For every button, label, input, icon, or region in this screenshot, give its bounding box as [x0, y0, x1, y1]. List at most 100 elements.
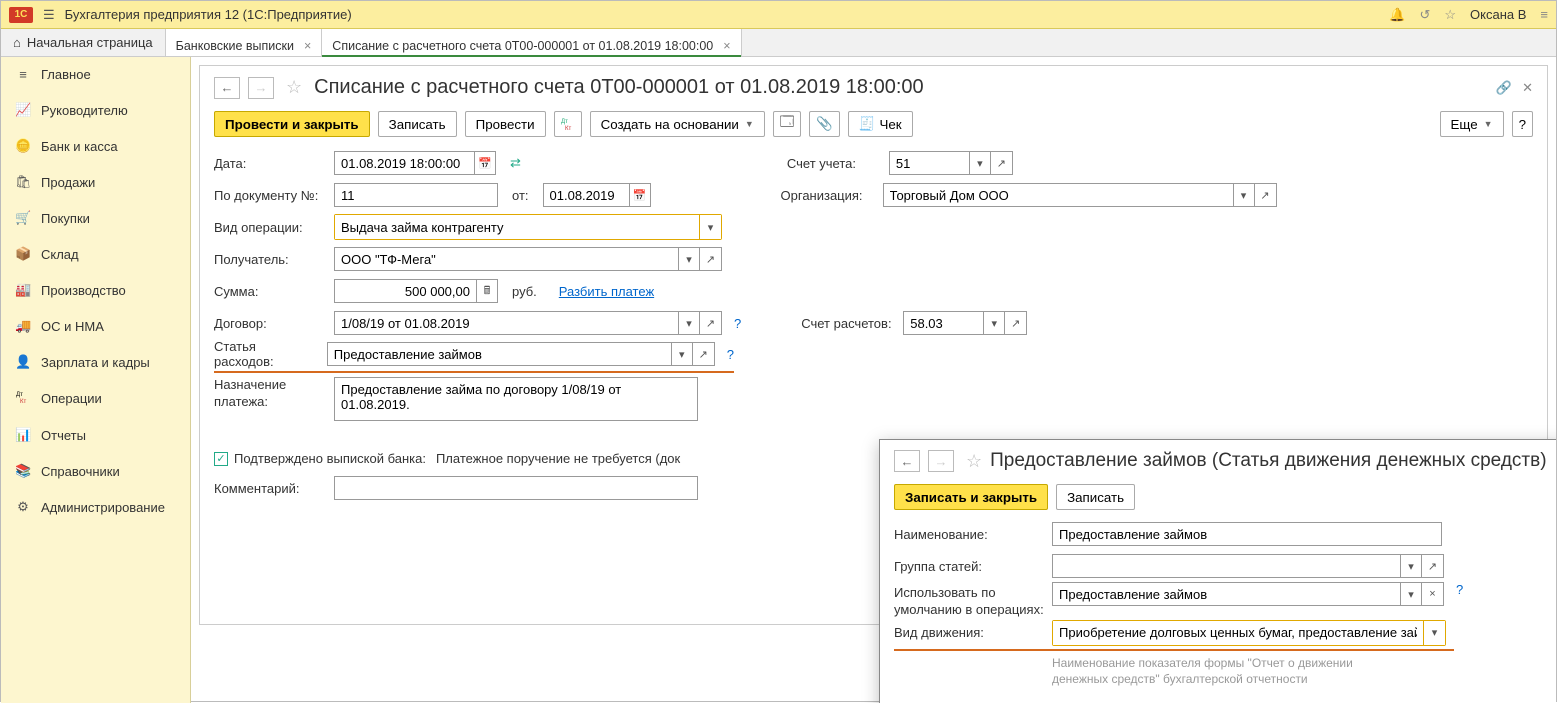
- chevron-down-icon[interactable]: ▾: [1400, 554, 1422, 578]
- open-ref-icon[interactable]: ↗: [1255, 183, 1277, 207]
- chevron-down-icon[interactable]: ▾: [678, 311, 700, 335]
- comment-field[interactable]: [334, 476, 698, 500]
- receipt-icon: 🧾: [859, 116, 876, 132]
- help-icon[interactable]: ?: [1456, 582, 1463, 597]
- panel-close-icon[interactable]: ✕: [1522, 80, 1533, 96]
- chevron-down-icon[interactable]: ▾: [699, 215, 721, 239]
- sidebar-item-operations[interactable]: ДтКтОперации: [1, 380, 190, 417]
- help-icon[interactable]: ?: [727, 347, 734, 362]
- bank-confirm-checkbox[interactable]: ✓: [214, 452, 228, 466]
- nav-forward-button[interactable]: →: [928, 450, 954, 472]
- chevron-down-icon[interactable]: ▾: [1400, 582, 1422, 606]
- tab-bank-statements[interactable]: Банковские выписки ×: [166, 29, 323, 56]
- chevron-down-icon[interactable]: ▾: [983, 311, 1005, 335]
- open-ref-icon[interactable]: ↗: [1422, 554, 1444, 578]
- optype-field[interactable]: [335, 215, 699, 239]
- more-button[interactable]: Еще▼: [1440, 111, 1504, 137]
- recipient-field[interactable]: [334, 247, 678, 271]
- label-settle-acc: Счет расчетов:: [801, 316, 895, 331]
- app-logo: 1C: [9, 7, 33, 23]
- favorite-toggle[interactable]: ☆: [286, 77, 302, 98]
- org-field[interactable]: [883, 183, 1233, 207]
- chevron-down-icon[interactable]: ▾: [1423, 621, 1445, 645]
- dtkt-button[interactable]: ДтКт: [554, 111, 582, 137]
- open-ref-icon[interactable]: ↗: [700, 247, 722, 271]
- tab-home[interactable]: ⌂ Начальная страница: [1, 29, 166, 56]
- sidebar-item-manager[interactable]: 📈Руководителю: [1, 92, 190, 128]
- nav-back-button[interactable]: ←: [894, 450, 920, 472]
- sidebar-item-bank[interactable]: 🪙Банк и касса: [1, 128, 190, 164]
- sidebar-item-label: Склад: [41, 247, 79, 262]
- sidebar-item-production[interactable]: 🏭Производство: [1, 272, 190, 308]
- label-docnum: По документу №:: [214, 188, 326, 203]
- open-ref-icon[interactable]: ↗: [1005, 311, 1027, 335]
- sidebar-item-sales[interactable]: 🛍Продажи: [1, 164, 190, 200]
- calculator-icon[interactable]: 🖩: [476, 279, 498, 303]
- docnum-date-field[interactable]: [543, 183, 629, 207]
- calendar-icon[interactable]: [474, 151, 496, 175]
- swap-icon[interactable]: ⇄: [510, 155, 521, 171]
- tab-debit-document[interactable]: Списание с расчетного счета 0Т00-000001 …: [322, 29, 741, 56]
- sub-group-field[interactable]: [1052, 554, 1400, 578]
- open-ref-icon[interactable]: ↗: [991, 151, 1013, 175]
- sub-move-type-field[interactable]: [1053, 621, 1423, 645]
- tab-home-label: Начальная страница: [27, 35, 153, 50]
- docnum-field[interactable]: [334, 183, 498, 207]
- bell-icon[interactable]: 🔔: [1389, 7, 1405, 23]
- calendar-icon[interactable]: [629, 183, 651, 207]
- close-icon[interactable]: ×: [723, 39, 730, 53]
- user-name[interactable]: Оксана В: [1470, 7, 1526, 22]
- open-ref-icon[interactable]: ↗: [693, 342, 715, 366]
- open-ref-icon[interactable]: ↗: [700, 311, 722, 335]
- label-org: Организация:: [781, 188, 875, 203]
- tab-label: Списание с расчетного счета 0Т00-000001 …: [332, 39, 713, 53]
- settings-bars-icon[interactable]: ≡: [1540, 7, 1548, 22]
- sidebar-item-payroll[interactable]: 👤Зарплата и кадры: [1, 344, 190, 380]
- chevron-down-icon[interactable]: ▾: [678, 247, 700, 271]
- chevron-down-icon[interactable]: ▾: [969, 151, 991, 175]
- nav-sidebar: ≡Главное 📈Руководителю 🪙Банк и касса 🛍Пр…: [1, 57, 191, 703]
- structure-button[interactable]: 🗔: [773, 111, 801, 137]
- purpose-field[interactable]: [334, 377, 698, 421]
- star-icon[interactable]: ☆: [1444, 7, 1456, 23]
- write-button[interactable]: Записать: [1056, 484, 1135, 510]
- sub-default-ops-field[interactable]: [1052, 582, 1400, 606]
- amount-field[interactable]: [334, 279, 476, 303]
- post-button[interactable]: Провести: [465, 111, 546, 137]
- history-icon[interactable]: ↺: [1419, 7, 1430, 23]
- contract-field[interactable]: [334, 311, 678, 335]
- write-and-close-button[interactable]: Записать и закрыть: [894, 484, 1048, 510]
- sidebar-item-assets[interactable]: 🚚ОС и НМА: [1, 308, 190, 344]
- create-based-on-button[interactable]: Создать на основании▼: [590, 111, 765, 137]
- clear-icon[interactable]: ×: [1422, 582, 1444, 606]
- chevron-down-icon[interactable]: ▾: [671, 342, 693, 366]
- expense-item-field[interactable]: [327, 342, 671, 366]
- help-icon[interactable]: ?: [734, 316, 741, 331]
- check-button[interactable]: 🧾Чек: [848, 111, 913, 137]
- chevron-down-icon[interactable]: ▾: [1233, 183, 1255, 207]
- attach-button[interactable]: 📎: [809, 111, 840, 137]
- sidebar-item-main[interactable]: ≡Главное: [1, 57, 190, 92]
- bag-icon: 🛍: [15, 174, 31, 190]
- post-and-close-button[interactable]: Провести и закрыть: [214, 111, 370, 137]
- link-icon[interactable]: 🔗: [1496, 80, 1512, 96]
- nav-back-button[interactable]: ←: [214, 77, 240, 99]
- sidebar-item-warehouse[interactable]: 📦Склад: [1, 236, 190, 272]
- sidebar-item-label: Администрирование: [41, 500, 165, 515]
- date-field[interactable]: [334, 151, 474, 175]
- sidebar-item-catalogs[interactable]: 📚Справочники: [1, 453, 190, 489]
- account-field[interactable]: [889, 151, 969, 175]
- main-menu-icon[interactable]: ☰: [43, 7, 55, 23]
- label-sub-default-ops: Использовать по умолчанию в операциях:: [894, 582, 1044, 619]
- favorite-toggle[interactable]: ☆: [966, 451, 982, 472]
- sidebar-item-reports[interactable]: 📊Отчеты: [1, 417, 190, 453]
- sub-name-field[interactable]: [1052, 522, 1442, 546]
- settle-account-field[interactable]: [903, 311, 983, 335]
- write-button[interactable]: Записать: [378, 111, 457, 137]
- help-button[interactable]: ?: [1512, 111, 1533, 137]
- split-payment-link[interactable]: Разбить платеж: [559, 284, 654, 299]
- sidebar-item-purchases[interactable]: 🛒Покупки: [1, 200, 190, 236]
- sidebar-item-admin[interactable]: ⚙Администрирование: [1, 489, 190, 525]
- nav-forward-button[interactable]: →: [248, 77, 274, 99]
- close-icon[interactable]: ×: [304, 39, 311, 53]
